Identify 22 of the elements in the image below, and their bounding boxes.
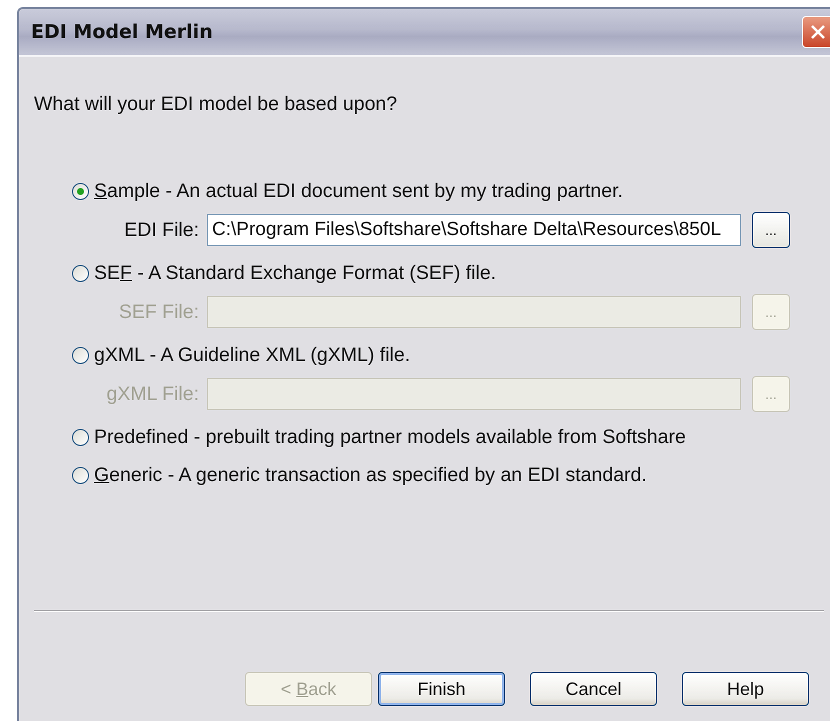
option-label[interactable]: Sample - An actual EDI document sent by my trading partner. xyxy=(94,180,623,202)
radio-button[interactable] xyxy=(72,466,89,484)
radio-button[interactable] xyxy=(72,428,89,446)
browse-button[interactable]: ... xyxy=(752,212,790,248)
dialog-button[interactable]: Finish xyxy=(378,672,505,706)
dialog-button[interactable]: Help xyxy=(682,672,809,706)
close-icon xyxy=(809,23,827,41)
option-label[interactable]: Generic - A generic transaction as specified by an EDI standard. xyxy=(94,464,647,486)
option-label[interactable]: SEF - A Standard Exchange Format (SEF) file. xyxy=(94,262,496,284)
file-path-field[interactable]: C:\Program Files\Softshare\Softshare Delta\Resources\850L xyxy=(207,214,741,246)
option-label[interactable]: gXML - A Guideline XML (gXML) file. xyxy=(94,344,410,366)
window-title: EDI Model Merlin xyxy=(31,21,213,43)
radio-button[interactable] xyxy=(72,346,89,364)
option-label[interactable]: Predefined - prebuilt trading partner models available from Softshare xyxy=(94,426,686,448)
field-label: gXML File: xyxy=(106,382,200,406)
dialog-button[interactable]: Cancel xyxy=(530,672,657,706)
field-label: SEF File: xyxy=(118,300,200,324)
radio-button[interactable] xyxy=(72,264,89,282)
close-button[interactable] xyxy=(802,16,830,48)
question-text: What will your EDI model be based upon? xyxy=(34,93,398,116)
radio-button[interactable] xyxy=(72,182,89,200)
field-label: EDI File: xyxy=(123,218,200,242)
